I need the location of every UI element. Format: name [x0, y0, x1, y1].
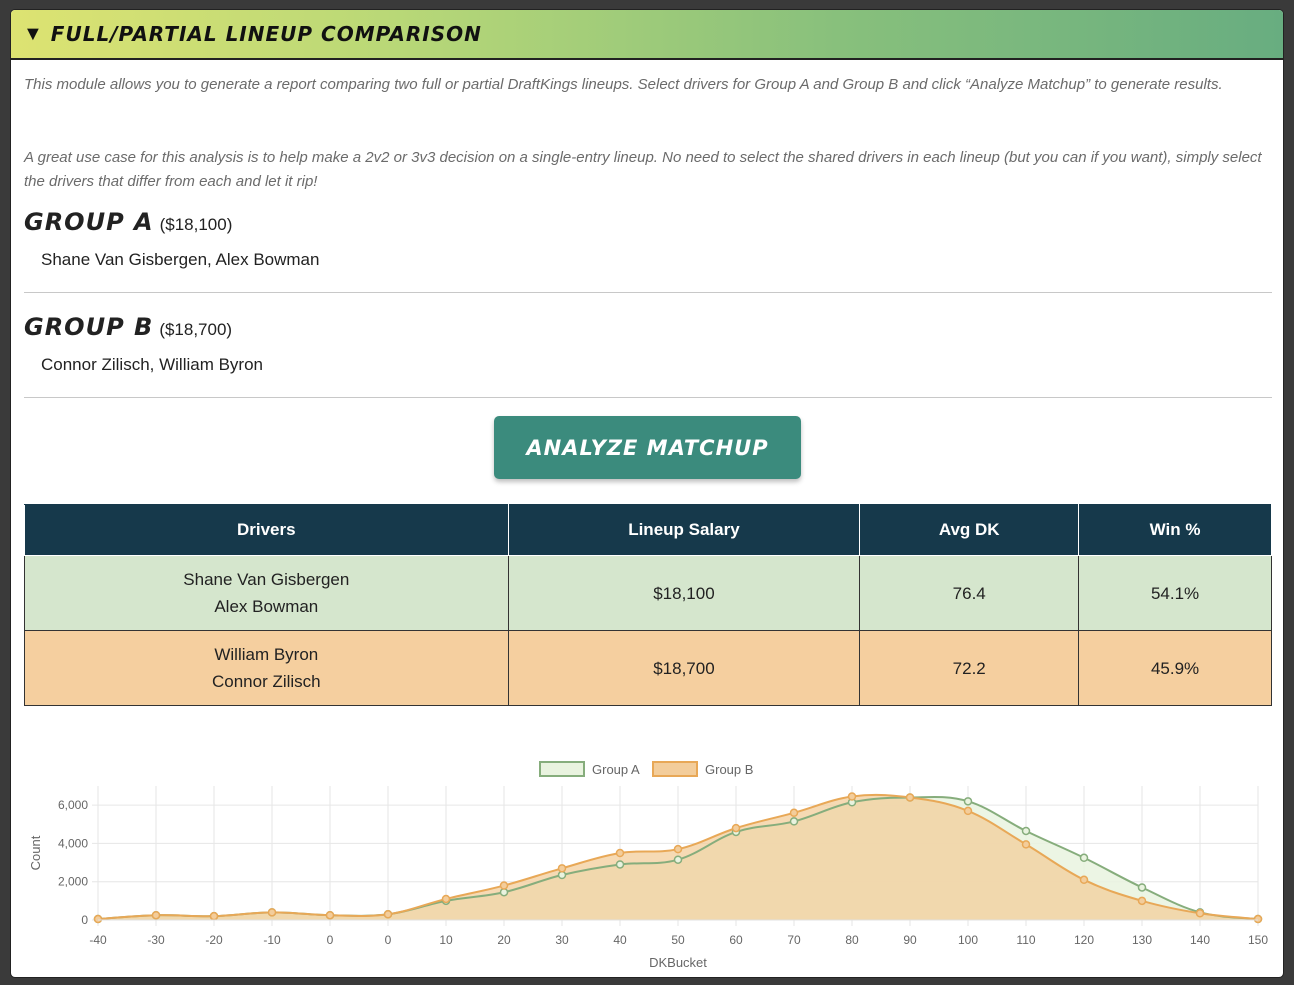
data-point-group-b [1137, 896, 1147, 906]
group-b-drivers[interactable]: Connor Zilisch, William Byron [41, 355, 263, 375]
table-row: Shane Van Gisbergen Alex Bowman $18,100 7… [24, 555, 1272, 631]
data-point-group-a [615, 860, 625, 869]
data-point-group-b [383, 910, 393, 919]
data-point-group-b [267, 908, 277, 917]
data-point-group-b [905, 793, 915, 802]
data-point-group-b [1021, 840, 1031, 849]
group-a-heading: Group A ($18,100) [24, 208, 232, 236]
x-tick-label: 0 [327, 933, 334, 947]
data-point-group-b [325, 910, 335, 920]
data-point-group-a [673, 855, 683, 864]
salary-cell: $18,700 [507, 630, 861, 706]
data-point-group-b [673, 844, 683, 854]
header-avg-dk[interactable]: Avg DK [859, 504, 1080, 556]
data-point-group-a [1079, 853, 1089, 863]
table-header-row: Drivers Lineup Salary Avg DK Win % [24, 504, 1272, 556]
x-tick-label: 20 [497, 933, 511, 947]
y-tick-label: 4,000 [58, 836, 88, 850]
legend-label: Group A [592, 762, 640, 777]
x-tick-label: 110 [1016, 933, 1035, 947]
y-tick-label: 0 [81, 913, 88, 927]
data-point-group-a [1137, 883, 1147, 892]
data-point-group-b [1195, 909, 1205, 918]
group-a-title: Group A [24, 208, 154, 236]
data-point-group-b [789, 808, 799, 818]
x-tick-label: -30 [147, 933, 165, 947]
driver-name: William Byron [214, 645, 319, 664]
data-point-group-b [1253, 914, 1263, 924]
results-table: Drivers Lineup Salary Avg DK Win % Shane… [24, 504, 1272, 706]
y-tick-label: 2,000 [58, 875, 88, 889]
x-tick-label: 80 [845, 933, 859, 947]
x-tick-label: 0 [385, 933, 392, 947]
data-point-group-b [557, 864, 567, 873]
x-tick-label: 10 [439, 933, 453, 947]
module-header[interactable]: ▼ Full/Partial Lineup Comparison [11, 10, 1283, 60]
group-b-title: Group B [24, 313, 154, 341]
data-point-group-a [1021, 826, 1031, 836]
x-tick-label: 100 [958, 933, 978, 947]
data-point-group-b [93, 914, 103, 924]
data-point-group-b [1079, 875, 1089, 885]
group-a-salary: ($18,100) [159, 215, 233, 234]
drivers-cell: William Byron Connor Zilisch [24, 630, 509, 706]
x-tick-label: 50 [671, 933, 685, 947]
module-description-1: This module allows you to generate a rep… [24, 76, 1223, 93]
avg-dk-cell: 72.2 [859, 630, 1080, 706]
legend-label: Group B [705, 762, 753, 777]
module-description-2: A great use case for this analysis is to… [24, 149, 1262, 190]
group-b-salary: ($18,700) [159, 320, 233, 339]
win-pct-cell: 54.1% [1078, 555, 1272, 631]
x-tick-label: 150 [1248, 933, 1268, 947]
data-point-group-b [209, 911, 219, 921]
x-tick-label: 120 [1074, 933, 1094, 947]
data-point-group-b [963, 806, 973, 816]
x-tick-label: 70 [787, 933, 801, 947]
salary-cell: $18,100 [507, 555, 861, 631]
data-point-group-b [731, 823, 741, 833]
data-point-group-b [847, 792, 857, 801]
x-tick-label: 60 [729, 933, 743, 947]
dk-distribution-chart: 0 2,000 4,000 6,000 -40 -30 -20 -10 0 0 10 20 30 40 50… [28, 761, 1268, 970]
analyze-matchup-button[interactable]: Analyze Matchup [494, 416, 801, 479]
x-tick-label: -40 [89, 933, 107, 947]
module-title: Full/Partial Lineup Comparison [50, 22, 482, 46]
driver-name: Shane Van Gisbergen [183, 570, 350, 589]
data-point-group-b [615, 848, 625, 858]
x-tick-label: 140 [1190, 933, 1210, 947]
x-tick-label: 30 [555, 933, 569, 947]
win-pct-cell: 45.9% [1078, 630, 1272, 706]
divider [24, 292, 1272, 293]
x-tick-label: -20 [205, 933, 223, 947]
driver-name: Connor Zilisch [211, 672, 321, 691]
group-b-heading: Group B ($18,700) [24, 313, 232, 341]
data-point-group-b [441, 894, 451, 904]
data-point-group-a [789, 817, 799, 826]
table-row: William Byron Connor Zilisch $18,700 72.2… [24, 630, 1272, 706]
header-lineup-salary[interactable]: Lineup Salary [507, 504, 861, 556]
avg-dk-cell: 76.4 [859, 555, 1080, 631]
x-tick-label: 130 [1132, 933, 1152, 947]
legend-swatch-group-a [539, 761, 585, 777]
driver-name: Alex Bowman [214, 597, 319, 616]
data-point-group-b [499, 881, 509, 890]
drivers-cell: Shane Van Gisbergen Alex Bowman [24, 555, 509, 631]
y-axis-title: Count [28, 835, 43, 870]
x-tick-label: 90 [903, 933, 917, 947]
header-drivers[interactable]: Drivers [24, 504, 509, 556]
x-tick-label: -10 [263, 933, 281, 947]
y-tick-label: 6,000 [58, 798, 88, 812]
divider [24, 397, 1272, 398]
x-tick-label: 40 [613, 933, 627, 947]
header-win-pct[interactable]: Win % [1078, 504, 1272, 556]
lineup-comparison-panel: ▼ Full/Partial Lineup Comparison This mo… [10, 9, 1284, 978]
group-a-drivers[interactable]: Shane Van Gisbergen, Alex Bowman [41, 250, 319, 270]
data-point-group-b [151, 910, 161, 920]
data-point-group-a [963, 797, 973, 806]
collapse-caret-icon[interactable]: ▼ [23, 24, 43, 44]
legend-swatch-group-b [652, 761, 698, 777]
x-axis-title: DKBucket [649, 955, 707, 970]
